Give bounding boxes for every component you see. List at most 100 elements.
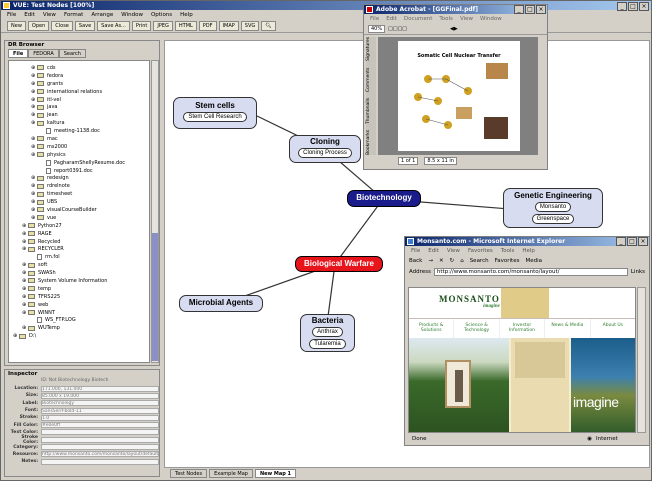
tree-item[interactable]: ⊕ redesign (9, 174, 149, 182)
tree-item[interactable]: ⊕ timesheet (9, 190, 149, 198)
acrobat-page-icons[interactable]: □□□□ (388, 26, 407, 32)
html-button[interactable]: HTML (174, 20, 197, 31)
node-biotechnology[interactable]: Biotechnology (347, 190, 421, 207)
tab-file[interactable]: File (8, 49, 29, 58)
map-tab-test-nodes[interactable]: Test Nodes (170, 469, 208, 478)
save-button[interactable]: Save (74, 20, 96, 31)
tree-item[interactable]: ⊕ mac (9, 135, 149, 143)
print-button[interactable]: Print (131, 20, 152, 31)
ie-back-button[interactable]: Back (409, 258, 422, 264)
inspector-value-field[interactable] (41, 429, 159, 436)
tree-item[interactable]: ⊕ ms2000 (9, 143, 149, 151)
menu-help[interactable]: Help (180, 12, 193, 18)
new-button[interactable]: New (7, 20, 26, 31)
expand-icon[interactable]: ⊕ (13, 333, 18, 339)
expand-icon[interactable]: ⊕ (31, 183, 36, 189)
minimize-button[interactable]: _ (617, 2, 627, 11)
ie-menu-tools[interactable]: Tools (501, 248, 515, 254)
expand-icon[interactable]: ⊕ (22, 278, 27, 284)
acrobat-minimize-button[interactable]: _ (514, 5, 524, 14)
expand-icon[interactable]: ⊕ (22, 294, 27, 300)
ie-favorites-button[interactable]: Favorites (495, 258, 520, 264)
expand-icon[interactable]: ⊕ (31, 207, 36, 213)
ie-menu-edit[interactable]: Edit (428, 248, 439, 254)
inspector-value-field[interactable]: SansSerif-bold-11 (41, 407, 159, 414)
expand-icon[interactable]: ⊕ (22, 310, 27, 316)
ie-search-button[interactable]: Search (470, 258, 489, 264)
tree-item[interactable]: ⊕ WINNT (9, 309, 149, 317)
monsanto-nav-investor[interactable]: Investor Information (500, 319, 546, 338)
ie-media-button[interactable]: Media (525, 258, 542, 264)
tree-item[interactable]: ⊕ grants (9, 80, 149, 88)
acrobat-menu-file[interactable]: File (370, 16, 379, 22)
ie-links-label[interactable]: Links (631, 269, 645, 275)
inspector-value-field[interactable] (41, 458, 159, 465)
tree-item[interactable]: ⊕ jean (9, 111, 149, 119)
tree-item[interactable]: PagharamShellyResume.doc (9, 159, 149, 167)
acrobat-tab-comments[interactable]: Comments (366, 67, 376, 91)
acrobat-tab-bookmarks[interactable]: Bookmarks (366, 130, 376, 155)
ie-menu-favorites[interactable]: Favorites (468, 248, 493, 254)
inspector-value-field[interactable]: 85.000 x 19.000 (41, 392, 159, 399)
acrobat-menu-edit[interactable]: Edit (386, 16, 397, 22)
node-bacteria[interactable]: Bacteria Anthrax Tularemia (300, 314, 355, 352)
tab-search[interactable]: Search (58, 49, 86, 58)
node-microbial-agents[interactable]: Microbial Agents (179, 295, 263, 312)
expand-icon[interactable]: ⊕ (31, 65, 36, 71)
expand-icon[interactable]: ⊕ (31, 104, 36, 110)
acrobat-nav-icons[interactable]: ◀▶ (450, 26, 458, 32)
acrobat-close-button[interactable]: × (536, 5, 546, 14)
tree-item[interactable]: WS_FTP.LOG (9, 317, 149, 325)
node-tularemia[interactable]: Tularemia (309, 339, 346, 349)
expand-icon[interactable]: ⊕ (31, 112, 36, 118)
ie-menu-help[interactable]: Help (522, 248, 535, 254)
node-biological-warfare[interactable]: Biological Warfare (295, 256, 383, 272)
ie-close-button[interactable]: × (638, 237, 648, 246)
menu-edit[interactable]: Edit (24, 12, 35, 18)
tree-item[interactable]: ⊕ java (9, 103, 149, 111)
acrobat-tab-signatures[interactable]: Signatures (366, 37, 376, 61)
node-stem-cell-research[interactable]: Stem Cell Research (183, 112, 247, 122)
tree-item[interactable]: ⊕ RECYCLER (9, 245, 149, 253)
save-as-button[interactable]: Save As... (97, 20, 130, 31)
maximize-button[interactable]: □ (628, 2, 638, 11)
tree-item[interactable]: ⊕ cds (9, 64, 149, 72)
tree-item[interactable]: ⊕ D:\ (9, 332, 149, 340)
tree-item[interactable]: ⊕ RAGE (9, 230, 149, 238)
close-map-button[interactable]: Close (51, 20, 73, 31)
expand-icon[interactable]: ⊕ (31, 144, 36, 150)
ie-stop-button[interactable]: ✕ (439, 258, 444, 264)
map-tab-new-map-1[interactable]: New Map 1 (254, 469, 297, 478)
menu-view[interactable]: View (43, 12, 56, 18)
map-tab-example-map[interactable]: Example Map (209, 469, 253, 478)
ie-maximize-button[interactable]: □ (627, 237, 637, 246)
link-biotech-warfare[interactable] (334, 198, 384, 265)
svg-button[interactable]: SVG (240, 20, 260, 31)
zoom-icon[interactable]: 🔍︎ (261, 20, 276, 31)
node-genetic-engineering[interactable]: Genetic Engineering Monsanto Greenspace (503, 188, 603, 228)
expand-icon[interactable]: ⊕ (31, 215, 36, 221)
tree-item[interactable]: ⊕ vue (9, 214, 149, 222)
menu-format[interactable]: Format (64, 12, 83, 18)
node-cloning[interactable]: Cloning Cloning Process (289, 135, 361, 163)
ie-menu-file[interactable]: File (411, 248, 420, 254)
tree-item[interactable]: report0391.doc (9, 167, 149, 175)
tree-item[interactable]: ⊕ itl-vel (9, 96, 149, 104)
tree-item[interactable]: ⊕ kaltura (9, 119, 149, 127)
expand-icon[interactable]: ⊕ (31, 97, 36, 103)
menu-file[interactable]: File (7, 12, 16, 18)
expand-icon[interactable]: ⊕ (22, 286, 27, 292)
expand-icon[interactable]: ⊕ (31, 199, 36, 205)
ie-refresh-button[interactable]: ↻ (450, 258, 455, 264)
acrobat-menu-view[interactable]: View (460, 16, 473, 22)
expand-icon[interactable]: ⊕ (22, 270, 27, 276)
tree-item[interactable]: ⊕ physics (9, 151, 149, 159)
tree-item[interactable]: ⊕ rdrelnote (9, 182, 149, 190)
tree-item[interactable]: ⊕ soft (9, 261, 149, 269)
inspector-value-field[interactable]: 171.000, 131.000 (41, 385, 159, 392)
tab-fedora[interactable]: FEDORA (28, 49, 59, 58)
ie-scrollbar[interactable] (637, 287, 646, 433)
menu-options[interactable]: Options (151, 12, 172, 18)
node-cloning-process[interactable]: Cloning Process (298, 148, 352, 158)
tree-scrollbar-thumb[interactable] (152, 233, 158, 361)
